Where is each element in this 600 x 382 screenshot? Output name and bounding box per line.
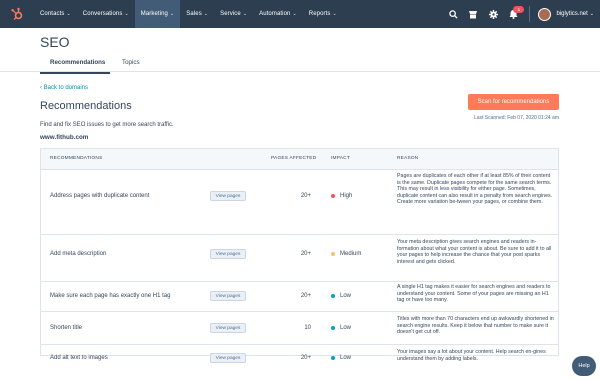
impact-indicator: Low [331, 325, 351, 331]
chevron-down-icon: ⌄ [169, 11, 175, 17]
table-row: Address pages with duplicate content Vie… [41, 169, 558, 235]
column-header-impact[interactable]: IMPACT [331, 156, 350, 161]
view-pages-button[interactable]: View pages [210, 291, 246, 301]
notifications-icon[interactable]: 1 [503, 0, 525, 28]
section-title: Recommendations [40, 100, 132, 112]
table-row: Make sure each page has exactly one H1 t… [41, 282, 558, 312]
view-pages-button[interactable]: View pages [210, 249, 246, 259]
impact-indicator: Medium [331, 251, 361, 257]
impact-high-dot-icon [331, 194, 335, 198]
nav-item-automation[interactable]: Automation ⌄ [253, 0, 303, 28]
help-button[interactable]: Help [572, 356, 596, 376]
impact-indicator: Low [331, 355, 351, 361]
nav-item-reports[interactable]: Reports ⌄ [303, 0, 343, 28]
nav-item-service[interactable]: Service ⌄ [214, 0, 253, 28]
pages-affected-value: 10 [304, 325, 311, 331]
chevron-down-icon: ⌄ [589, 11, 594, 17]
avatar[interactable] [538, 7, 552, 21]
pages-affected-value: 20+ [300, 355, 311, 361]
pages-affected-value: 20+ [300, 293, 311, 299]
column-header-reason[interactable]: REASON [397, 156, 418, 161]
impact-indicator: High [331, 193, 352, 199]
chevron-down-icon: ⌄ [332, 11, 337, 17]
reason-text: Titles with more than 70 characters end … [397, 316, 554, 335]
pages-affected-value: 20+ [300, 193, 311, 199]
column-header-pages-affected[interactable]: PAGES AFFECTED [271, 156, 316, 161]
pages-affected-value: 20+ [300, 251, 311, 257]
marketplace-icon[interactable] [463, 0, 483, 28]
domain-label: www.fithub.com [40, 134, 89, 141]
recommendation-text[interactable]: Address pages with duplicate content [50, 193, 149, 199]
nav-item-conversations[interactable]: Conversations ⌄ [77, 0, 135, 28]
tab-divider [0, 71, 600, 72]
account-menu[interactable]: biglytics.net ⌄ [551, 11, 600, 17]
table-row: Add alt text to images View pages 20+ Lo… [41, 345, 558, 373]
hubspot-sprocket-icon[interactable] [0, 0, 34, 28]
impact-indicator: Low [331, 293, 351, 299]
reason-text: Your images say a lot about your content… [397, 349, 546, 362]
scan-for-recommendations-button[interactable]: Scan for recommendations [468, 94, 559, 110]
impact-low-dot-icon [331, 294, 335, 298]
nav-item-contacts[interactable]: Contacts ⌄ [34, 0, 77, 28]
view-pages-button[interactable]: View pages [210, 353, 246, 363]
chevron-down-icon: ⌄ [124, 11, 129, 17]
table-row: Shorten title View pages 10 Low Titles w… [41, 312, 558, 345]
table-row: Add meta description View pages 20+ Medi… [41, 235, 558, 282]
section-subtitle: Find and fix SEO issues to get more sear… [40, 122, 174, 128]
page-title: SEO [40, 34, 70, 50]
impact-low-dot-icon [331, 326, 335, 330]
search-icon[interactable] [443, 0, 463, 28]
chevron-down-icon: ⌄ [66, 11, 71, 17]
view-pages-button[interactable]: View pages [210, 191, 246, 201]
notification-count-badge: 1 [513, 6, 525, 13]
reason-text: Pages are duplicates of each other if at… [397, 173, 553, 205]
recommendation-text[interactable]: Add meta description [50, 251, 106, 257]
column-header-recommendations[interactable]: RECOMMENDATIONS [50, 156, 102, 161]
view-pages-button[interactable]: View pages [210, 323, 246, 333]
nav-utilities: 1 biglytics.net ⌄ [443, 0, 600, 28]
reason-text: Your meta description gives search engin… [397, 239, 552, 265]
back-to-domains-link[interactable]: ‹ Back to domains [40, 85, 88, 91]
recommendations-table: RECOMMENDATIONS PAGES AFFECTED IMPACT RE… [40, 148, 559, 363]
chevron-down-icon: ⌄ [203, 11, 209, 17]
reason-text: A single H1 tag makes it easier for sear… [397, 284, 551, 303]
nav-item-marketing[interactable]: Marketing ⌄ [134, 0, 181, 28]
impact-medium-dot-icon [331, 252, 335, 256]
settings-icon[interactable] [483, 0, 503, 28]
chevron-down-icon: ⌄ [292, 11, 297, 17]
table-header: RECOMMENDATIONS PAGES AFFECTED IMPACT RE… [41, 149, 558, 170]
recommendation-text[interactable]: Shorten title [50, 325, 82, 331]
impact-low-dot-icon [331, 356, 335, 360]
recommendation-text[interactable]: Make sure each page has exactly one H1 t… [50, 293, 170, 299]
top-navigation: Contacts ⌄ Conversations ⌄ Marketing ⌄ Sale… [0, 0, 600, 28]
nav-divider [529, 6, 531, 22]
last-scanned-text: Last Scanned: Feb 07, 2020 01:24 am [473, 115, 559, 121]
chevron-down-icon: ⌄ [242, 11, 248, 17]
nav-item-sales[interactable]: Sales ⌄ [180, 0, 214, 28]
recommendation-text[interactable]: Add alt text to images [50, 355, 108, 361]
